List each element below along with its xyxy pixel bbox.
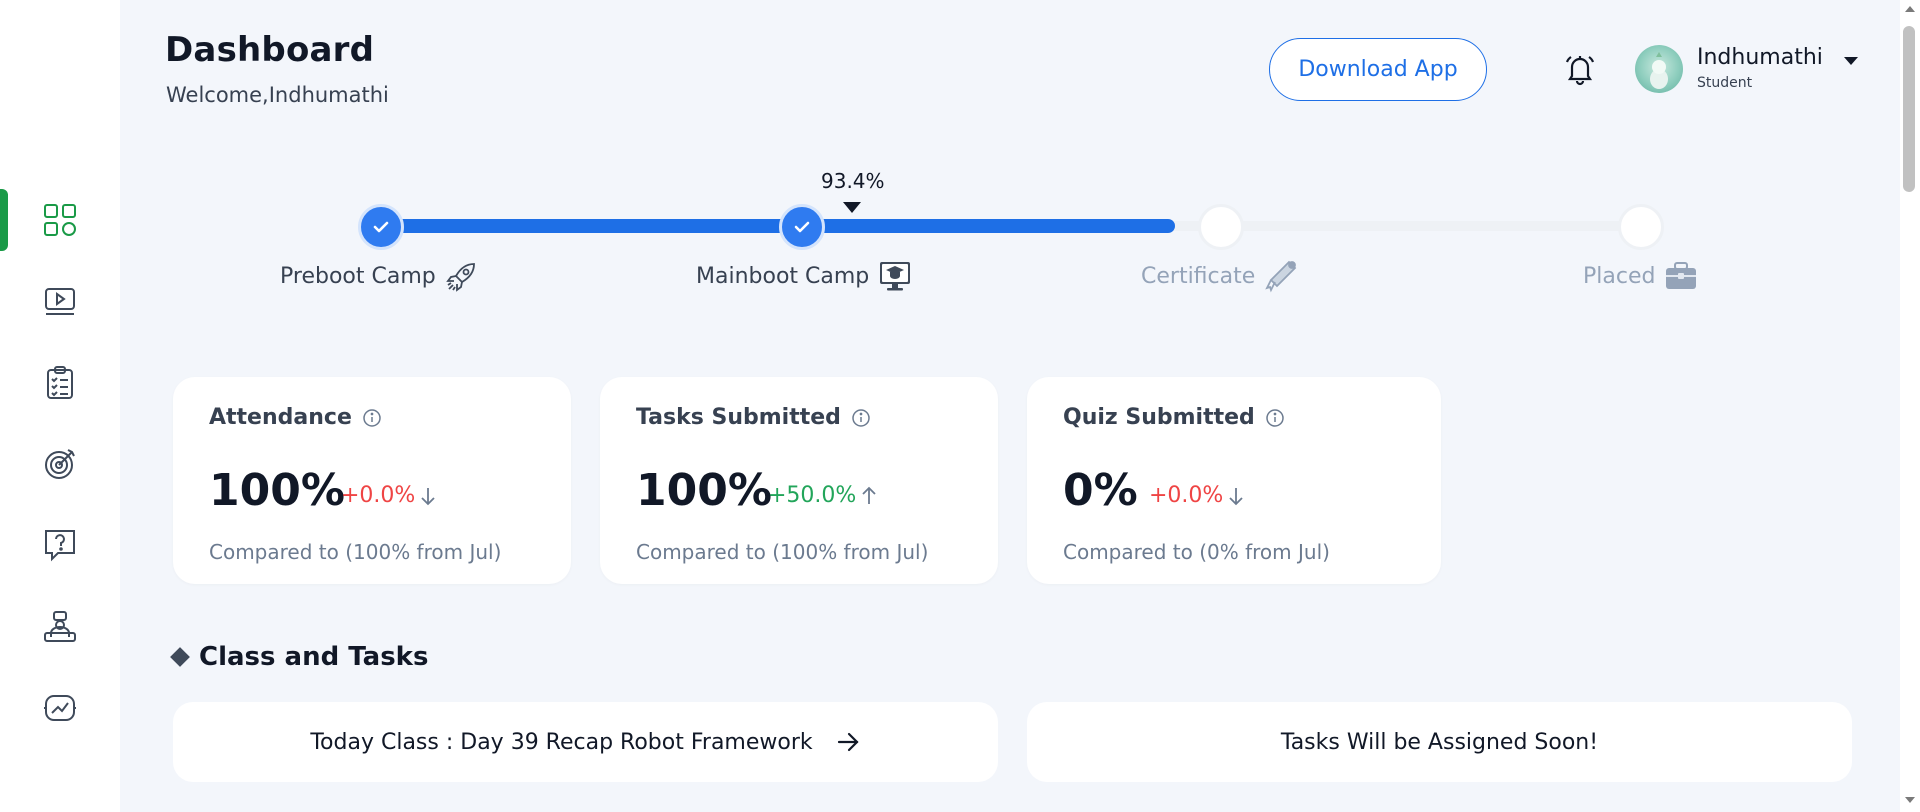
section-title: Class and Tasks	[170, 642, 429, 672]
check-icon	[794, 221, 810, 233]
main-content: Dashboard Welcome,Indhumathi Download Ap…	[120, 0, 1900, 812]
card-title-text: Quiz Submitted	[1063, 405, 1255, 430]
arrow-down-icon	[1229, 487, 1243, 505]
user-role: Student	[1697, 75, 1753, 91]
tasks-card: Tasks Will be Assigned Soon!	[1027, 702, 1852, 782]
card-delta-text: +50.0%	[768, 483, 857, 508]
diamond-bullet-icon	[170, 647, 190, 667]
arrow-right-icon[interactable]	[835, 729, 861, 755]
scroll-down-arrow[interactable]	[1905, 797, 1915, 803]
step-preboot-text: Preboot Camp	[280, 263, 436, 289]
target-icon	[45, 449, 75, 479]
tasks-submitted-card: Tasks Submitted 100% +50.0% Compared to …	[600, 377, 998, 584]
arrow-down-icon	[421, 487, 435, 505]
sidebar	[0, 0, 120, 812]
step-mainboot-label: Mainboot Camp	[696, 258, 913, 294]
check-icon	[373, 221, 389, 233]
quiz-submitted-card: Quiz Submitted 0% +0.0% Compared to (0% …	[1027, 377, 1441, 584]
card-delta: +0.0%	[341, 483, 437, 508]
card-title: Quiz Submitted	[1063, 405, 1285, 430]
person-desk-icon	[44, 611, 76, 642]
sidebar-item-reports[interactable]	[0, 678, 120, 738]
scrollbar-thumb[interactable]	[1903, 26, 1915, 192]
card-compare-text: Compared to (100% from Jul)	[636, 540, 929, 564]
video-screen-icon	[45, 288, 75, 315]
chart-screen-icon	[44, 695, 76, 721]
step-certificate-text: Certificate	[1141, 263, 1256, 289]
grid-icon	[44, 204, 76, 236]
today-class-text: Today Class : Day 39 Recap Robot Framewo…	[310, 729, 813, 755]
question-chat-icon	[45, 530, 75, 562]
card-title: Tasks Submitted	[636, 405, 871, 430]
step-mainboot-text: Mainboot Camp	[696, 263, 870, 289]
sidebar-item-mentor[interactable]	[0, 597, 120, 657]
download-app-button[interactable]: Download App	[1269, 38, 1487, 101]
sidebar-item-tasks[interactable]	[0, 353, 120, 413]
section-title-text: Class and Tasks	[199, 642, 429, 672]
sidebar-item-queries[interactable]	[0, 515, 120, 575]
tasks-message: Tasks Will be Assigned Soon!	[1280, 729, 1599, 755]
caret-down-icon[interactable]	[1843, 56, 1859, 66]
card-delta: +50.0%	[768, 483, 878, 508]
card-compare-text: Compared to (0% from Jul)	[1063, 540, 1330, 564]
rocket-icon	[445, 263, 475, 292]
step-preboot-label: Preboot Camp	[280, 258, 480, 294]
progress-percent-label: 93.4%	[821, 169, 885, 193]
card-value: 0%	[1063, 465, 1138, 516]
today-class-card[interactable]: Today Class : Day 39 Recap Robot Framewo…	[173, 702, 998, 782]
card-value: 100%	[209, 465, 345, 516]
avatar-image	[1650, 52, 1668, 89]
attendance-card: Attendance 100% +0.0% Compared to (100% …	[173, 377, 571, 584]
avatar[interactable]	[1635, 45, 1683, 93]
card-title-text: Tasks Submitted	[636, 405, 841, 430]
clipboard-checklist-icon	[47, 366, 73, 399]
info-icon[interactable]	[851, 408, 871, 428]
card-delta-text: +0.0%	[1149, 483, 1224, 508]
bell-icon[interactable]	[1563, 52, 1597, 86]
user-name[interactable]: Indhumathi	[1697, 45, 1823, 70]
info-icon[interactable]	[1265, 408, 1285, 428]
sidebar-active-indicator	[0, 189, 8, 251]
step-placed-marker	[1618, 204, 1664, 250]
graduate-monitor-icon	[880, 262, 911, 291]
scroll-up-arrow[interactable]	[1905, 6, 1915, 12]
page-title: Dashboard	[165, 30, 375, 70]
sidebar-item-goals[interactable]	[0, 434, 120, 494]
step-mainboot-marker	[779, 204, 825, 250]
certificate-scroll-icon	[1265, 260, 1297, 293]
step-placed-label: Placed	[1583, 258, 1699, 294]
welcome-text: Welcome,Indhumathi	[166, 83, 389, 107]
card-title-text: Attendance	[209, 405, 352, 430]
step-certificate-label: Certificate	[1141, 258, 1299, 294]
progress-marker	[843, 202, 861, 213]
step-placed-text: Placed	[1583, 263, 1656, 289]
briefcase-icon	[1666, 262, 1697, 289]
card-delta-text: +0.0%	[341, 483, 416, 508]
step-certificate-marker	[1198, 204, 1244, 250]
sidebar-item-dashboard[interactable]	[0, 189, 120, 251]
card-compare-text: Compared to (100% from Jul)	[209, 540, 502, 564]
card-delta: +0.0%	[1149, 483, 1245, 508]
card-title: Attendance	[209, 405, 382, 430]
arrow-up-icon	[862, 486, 876, 504]
info-icon[interactable]	[362, 408, 382, 428]
step-preboot-marker	[358, 204, 404, 250]
sidebar-item-classes[interactable]	[0, 271, 120, 331]
card-value: 100%	[636, 465, 772, 516]
